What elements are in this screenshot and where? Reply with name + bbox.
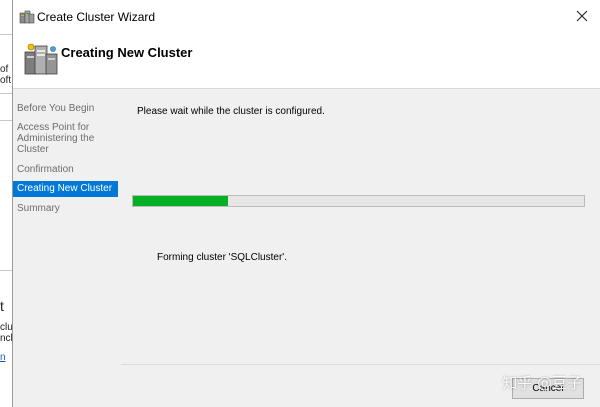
- wizard-footer: Cancel 知乎 @豆子: [121, 364, 600, 407]
- background-titlebar: [0, 0, 12, 34]
- background-text: oft: [0, 75, 12, 86]
- background-text: ncl: [0, 333, 13, 344]
- create-cluster-wizard-dialog: Create Cluster Wizard Creating New Clust…: [12, 0, 600, 407]
- background-divider: [0, 34, 12, 35]
- close-button[interactable]: [570, 5, 594, 27]
- wizard-content: Please wait while the cluster is configu…: [121, 89, 600, 407]
- step-creating-new-cluster[interactable]: Creating New Cluster: [13, 181, 118, 197]
- window-title: Create Cluster Wizard: [37, 10, 156, 24]
- title-bar[interactable]: Create Cluster Wizard: [13, 0, 600, 34]
- wait-message: Please wait while the cluster is configu…: [137, 106, 325, 117]
- wizard-steps: Before You Begin Access Point for Admini…: [13, 89, 122, 407]
- step-summary[interactable]: Summary: [13, 203, 118, 214]
- wizard-body: Before You Begin Access Point for Admini…: [13, 89, 600, 407]
- background-heading: t: [0, 298, 4, 314]
- background-divider: [0, 93, 12, 94]
- background-text: of: [0, 64, 9, 75]
- background-divider: [0, 120, 12, 121]
- step-before-you-begin[interactable]: Before You Begin: [13, 103, 118, 114]
- server-cluster-icon: [23, 42, 59, 78]
- progress-fill: [133, 196, 228, 206]
- wizard-header: Creating New Cluster: [13, 34, 600, 89]
- background-link[interactable]: n: [0, 352, 6, 363]
- page-title: Creating New Cluster: [61, 45, 193, 60]
- progress-bar: [132, 195, 585, 207]
- close-icon: [576, 10, 588, 22]
- status-message: Forming cluster 'SQLCluster'.: [157, 252, 287, 263]
- step-access-point[interactable]: Access Point for Administering the Clust…: [13, 122, 118, 155]
- cluster-icon: [19, 9, 35, 25]
- step-confirmation[interactable]: Confirmation: [13, 164, 118, 175]
- background-divider: [0, 270, 12, 271]
- cancel-button[interactable]: Cancel: [512, 378, 584, 399]
